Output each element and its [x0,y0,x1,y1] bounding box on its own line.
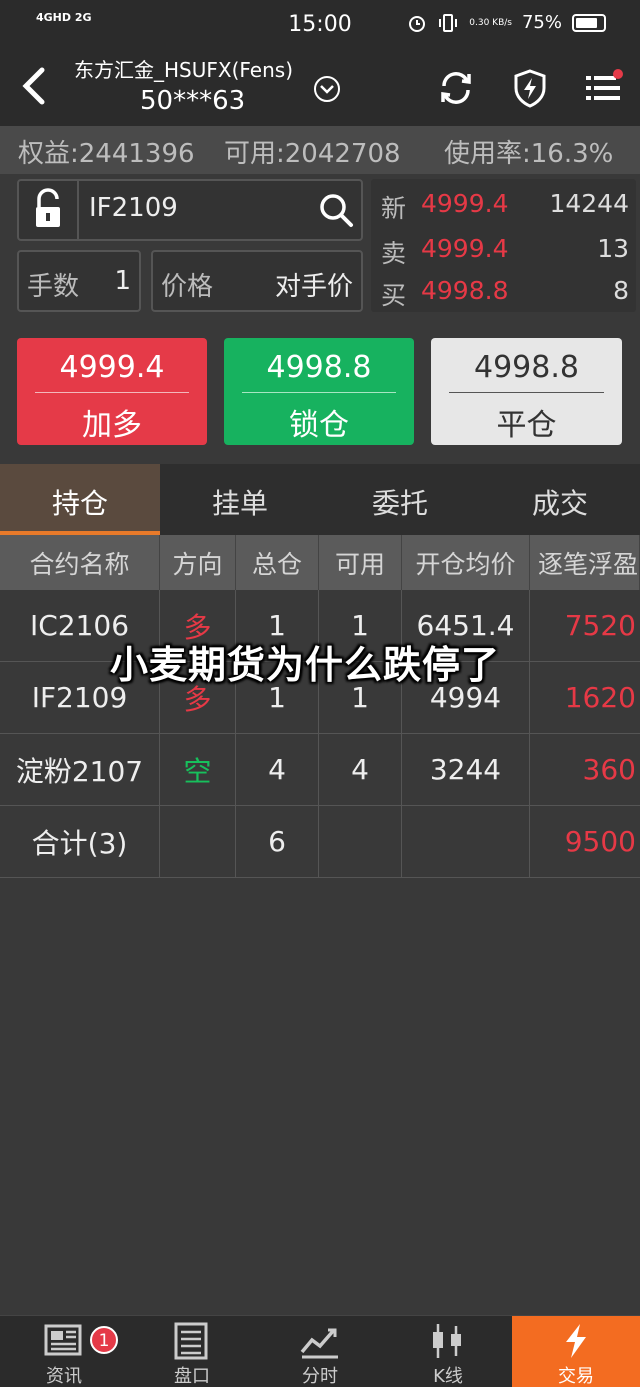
quantity-value: 1 [114,266,131,296]
table-row[interactable]: 淀粉2107 空 4 4 3244 360 [0,734,640,806]
lock-button[interactable] [19,181,79,239]
column-header: 合约名称 [0,535,160,590]
contract-selector: IF2109 [17,179,363,241]
avg-open-price: 3244 [402,734,530,805]
nav-label: K线 [433,1366,463,1387]
refresh-button[interactable] [436,68,476,108]
buy-open-button[interactable]: 4999.4 加多 [17,338,207,445]
status-bar: 4GHD 2G 15:00 0.30 KB/s 75% [0,0,640,50]
positions-table: 合约名称 方向 总仓 可用 开仓均价 逐笔浮盈 IC2106 多 1 1 645… [0,535,640,878]
candlestick-icon [433,1324,461,1358]
battery-icon [572,13,606,32]
quantity-field[interactable]: 手数 1 [17,250,141,312]
available-funds: 可用:2042708 [224,139,401,169]
price-value: 对手价 [274,272,353,302]
quote-row-last: 新 4999.4 14244 [381,189,629,223]
back-button[interactable] [14,64,54,108]
floating-pnl: 7520 [564,609,636,642]
order-panel: IF2109 手数 1 价格 对手价 新 4999.4 14244 卖 4999… [0,174,640,464]
lock-price: 4998.8 [266,350,372,385]
total-pnl: 9500 [564,825,636,858]
nav-orderbook[interactable]: 盘口 [128,1316,256,1387]
column-header: 总仓 [236,535,319,590]
quick-trade-button[interactable] [510,68,550,108]
usage-rate: 使用率:16.3% [444,139,614,169]
notification-badge: 1 [90,1326,118,1354]
newspaper-icon [44,1324,82,1356]
quote-box: 新 4999.4 14244 卖 4999.4 13 买 4998.8 8 [371,179,636,312]
tab-trades[interactable]: 成交 [480,464,640,535]
direction: 空 [160,734,236,805]
total-position: 4 [236,734,319,805]
column-header: 可用 [319,535,402,590]
lock-label: 锁仓 [289,408,349,443]
chevron-down-icon [314,76,340,102]
buy-label: 加多 [82,408,142,443]
shield-lightning-icon [514,69,546,108]
quote-row-bid: 买 4998.8 8 [381,276,629,310]
column-header: 方向 [160,535,236,590]
app-header: 东方汇金_HSUFX(Fens) 50***63 [0,50,640,126]
close-position-button[interactable]: 4998.8 平仓 [431,338,622,445]
account-switch-button[interactable] [312,74,342,104]
table-header: 合约名称 方向 总仓 可用 开仓均价 逐笔浮盈 [0,535,640,590]
orderbook-icon [174,1322,208,1360]
tab-positions[interactable]: 持仓 [0,464,160,535]
total-position-sum: 6 [236,806,319,877]
nav-label: 交易 [558,1366,594,1387]
overlay-caption: 小麦期货为什么跌停了 [110,643,501,687]
quantity-label: 手数 [27,272,80,302]
refresh-icon [441,72,471,104]
bottom-nav: 1 资讯 盘口 分时 K线 交易 [0,1315,640,1387]
floating-pnl: 360 [582,753,636,786]
search-button[interactable] [317,191,355,229]
nav-news[interactable]: 1 资讯 [0,1316,128,1387]
close-label: 平仓 [496,408,557,443]
unlock-icon [36,188,60,227]
chevron-left-icon [22,67,45,105]
column-header: 逐笔浮盈 [530,535,640,590]
vibrate-icon [439,13,458,32]
nav-label: 资讯 [46,1366,82,1387]
contract-input[interactable]: IF2109 [89,193,178,223]
nav-trade[interactable]: 交易 [512,1316,640,1387]
nav-kline[interactable]: K线 [384,1316,512,1387]
price-field[interactable]: 价格 对手价 [151,250,363,312]
nav-intraday[interactable]: 分时 [256,1316,384,1387]
account-summary: 权益:2441396 可用:2042708 使用率:16.3% [0,126,640,174]
account-id: 50***63 [140,86,246,116]
column-header: 开仓均价 [402,535,530,590]
total-label: 合计(3) [0,806,160,877]
search-icon [320,194,353,227]
lock-position-button[interactable]: 4998.8 锁仓 [224,338,414,445]
trend-chart-icon [300,1328,338,1359]
quote-row-ask: 卖 4999.4 13 [381,234,629,268]
battery-percent: 75% [521,12,562,33]
nav-label: 盘口 [174,1366,210,1387]
nav-label: 分时 [302,1366,338,1387]
buy-price: 4999.4 [59,350,165,385]
price-label: 价格 [161,272,214,302]
tab-orders[interactable]: 委托 [320,464,480,535]
equity: 权益:2441396 [18,139,195,169]
total-row: 合计(3) 6 9500 [0,806,640,878]
available-position: 4 [319,734,402,805]
tab-bar: 持仓 挂单 委托 成交 [0,464,640,535]
status-icons: 0.30 KB/s 75% [407,12,606,33]
close-price: 4998.8 [474,350,579,385]
network-speed: 0.30 KB/s [469,17,512,28]
lightning-icon [566,1324,586,1358]
tab-pending[interactable]: 挂单 [160,464,320,535]
list-menu-icon [586,69,623,100]
alarm-icon [409,15,426,32]
menu-button[interactable] [584,68,624,108]
contract-name: 淀粉2107 [0,734,160,805]
floating-pnl: 1620 [564,681,636,714]
account-name: 东方汇金_HSUFX(Fens) [74,58,293,82]
